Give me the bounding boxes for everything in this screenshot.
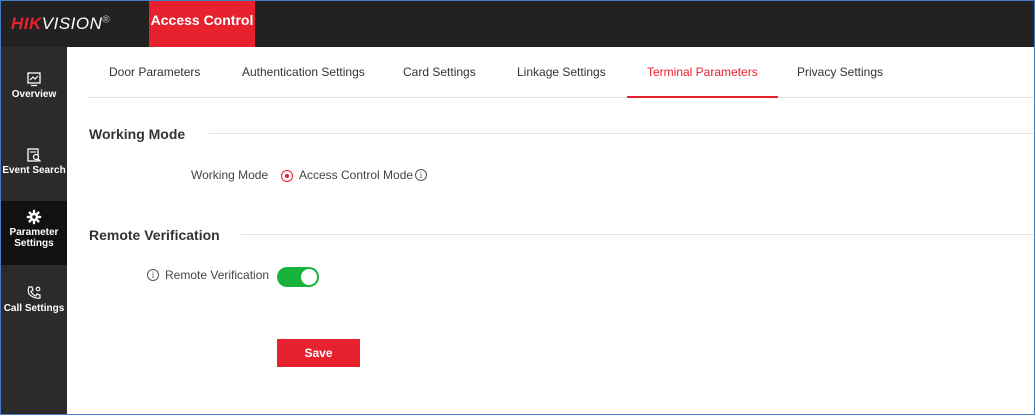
sidebar-item-parameter-settings[interactable]: Parameter Settings: [1, 201, 67, 265]
registered-mark: ®: [102, 14, 111, 26]
section-divider: [209, 133, 1034, 134]
info-icon[interactable]: i: [147, 269, 159, 281]
top-bar: HIKVISION® Access Control: [1, 1, 1034, 47]
tab-linkage-settings[interactable]: Linkage Settings: [517, 47, 606, 97]
tab-privacy-settings[interactable]: Privacy Settings: [797, 47, 883, 97]
access-control-mode-option-label[interactable]: Access Control Mode: [299, 168, 413, 182]
app-window: HIKVISION® Access Control Overview Event…: [0, 0, 1035, 415]
logo-red-text: HIK: [11, 14, 42, 33]
tab-bar: Door Parameters Authentication Settings …: [87, 47, 1034, 98]
sidebar-item-event-search[interactable]: Event Search: [1, 147, 67, 201]
event-search-icon: [27, 148, 41, 162]
sidebar-item-label: Parameter Settings: [9, 227, 59, 249]
sidebar-item-overview[interactable]: Overview: [1, 71, 67, 125]
tab-terminal-parameters[interactable]: Terminal Parameters: [627, 47, 778, 98]
sidebar-item-label: Call Settings: [3, 303, 65, 314]
section-title-working-mode: Working Mode: [89, 126, 186, 142]
tab-card-settings[interactable]: Card Settings: [403, 47, 476, 97]
overview-icon: [27, 72, 41, 87]
remote-verification-toggle[interactable]: [277, 267, 319, 287]
logo-white-text: VISION: [41, 14, 103, 33]
sidebar: Overview Event Search Parameter Settings…: [1, 47, 67, 414]
tab-door-parameters[interactable]: Door Parameters: [109, 47, 200, 97]
sidebar-item-label: Overview: [11, 89, 57, 100]
sidebar-item-label: Event Search: [2, 165, 66, 176]
tab-authentication-settings[interactable]: Authentication Settings: [242, 47, 365, 97]
section-divider: [241, 234, 1034, 235]
save-button[interactable]: Save: [277, 339, 360, 367]
section-title-remote-verification: Remote Verification: [89, 227, 220, 243]
working-mode-label: Working Mode: [191, 168, 269, 182]
sidebar-item-call-settings[interactable]: Call Settings: [1, 285, 67, 339]
info-icon[interactable]: i: [415, 169, 427, 181]
access-control-mode-radio[interactable]: [281, 170, 293, 182]
hikvision-logo: HIKVISION®: [11, 14, 110, 34]
call-settings-icon: [27, 286, 41, 299]
module-tab-access-control[interactable]: Access Control: [149, 1, 255, 47]
remote-verification-label: Remote Verification: [165, 268, 270, 282]
toggle-knob: [301, 269, 317, 285]
gear-icon: [26, 209, 42, 225]
